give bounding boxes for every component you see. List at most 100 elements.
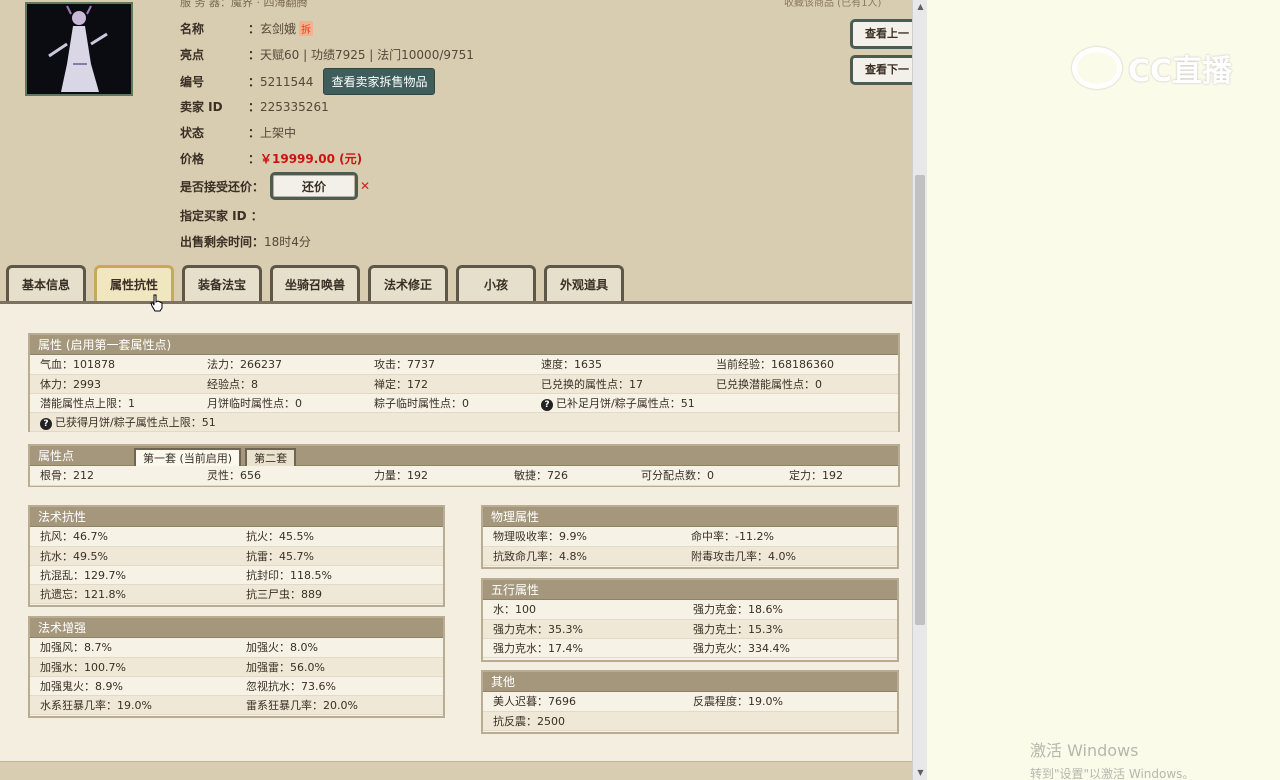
table-row: 抗反震：2500 bbox=[483, 711, 897, 731]
spell-enhance-title: 法术增强 bbox=[30, 618, 443, 638]
remaining-time-label: 出售剩余时间： bbox=[180, 235, 265, 249]
table-row: ? 已获得月饼/粽子属性点上限：51 bbox=[30, 412, 898, 432]
character-portrait-image bbox=[27, 4, 131, 94]
name-row: 名称： 玄剑娥 拆 bbox=[180, 20, 314, 37]
seller-row: 卖家 ID： 225335261 bbox=[180, 98, 329, 115]
attributes-box: 属性 (启用第一套属性点) 气血：101878 法力：266237 攻击：773… bbox=[28, 333, 900, 432]
designated-buyer-label: 指定买家 ID ： bbox=[180, 209, 263, 223]
five-elements-table: 水：100 强力克金：18.6% 强力克木：35.3% 强力克土：15.3% 强力克… bbox=[483, 600, 897, 658]
table-row: 加强风：8.7% 加强火：8.0% bbox=[30, 638, 443, 658]
spell-resistance-table: 抗风：46.7% 抗火：45.5% 抗水：49.5% 抗雷：45.7% 抗混乱：12… bbox=[30, 527, 443, 604]
stream-watermark: CC直播 bbox=[1072, 46, 1232, 90]
spell-enhance-box: 法术增强 加强风：8.7% 加强火：8.0% 加强水：100.7% 加强雷：56.0… bbox=[28, 616, 445, 718]
status-label: 状态： bbox=[180, 126, 260, 140]
highlight-label: 亮点： bbox=[180, 48, 260, 62]
help-icon[interactable]: ? bbox=[541, 398, 553, 411]
server-info: 服 务 器：魔界 · 四海翻腾 bbox=[180, 0, 308, 9]
points-set-1-tab[interactable]: 第一套 (当前启用) bbox=[134, 448, 242, 466]
detail-tabs: 基本信息 属性抗性 装备法宝 坐骑召唤兽 法术修正 小孩 外观道具 bbox=[6, 265, 625, 301]
seller-label: 卖家 ID： bbox=[180, 100, 260, 114]
physical-attributes-table: 物理吸收率：9.9% 命中率：-11.2% 抗致命几率：4.8% 附毒攻击几率：4.… bbox=[483, 527, 897, 566]
table-row: 强力克水：17.4% 强力克火：334.4% bbox=[483, 638, 897, 658]
physical-attributes-box: 物理属性 物理吸收率：9.9% 命中率：-11.2% 抗致命几率：4.8% 附毒攻击… bbox=[481, 505, 899, 569]
favorite-link[interactable]: 收藏该商品 (已有1人) bbox=[784, 0, 912, 9]
status-row: 状态： 上架中 bbox=[180, 124, 296, 141]
cc-logo-icon bbox=[1072, 47, 1122, 89]
view-previous-button[interactable]: 查看上一 bbox=[850, 19, 912, 49]
tab-equipment[interactable]: 装备法宝 bbox=[182, 265, 262, 301]
activation-subtitle: 转到"设置"以激活 Windows。 bbox=[1030, 767, 1195, 780]
other-attributes-table: 美人迟暮：7696 反震程度：19.0% 抗反震：2500 bbox=[483, 692, 897, 731]
spell-resistance-box: 法术抗性 抗风：46.7% 抗火：45.5% 抗水：49.5% 抗雷：45.7% 抗… bbox=[28, 505, 445, 607]
activation-title: 激活 Windows bbox=[1030, 741, 1139, 760]
table-row: 水系狂暴几率：19.0% 雷系狂暴几率：20.0% bbox=[30, 695, 443, 715]
designated-buyer-row: 指定买家 ID ： bbox=[180, 207, 263, 224]
help-icon[interactable]: ? bbox=[40, 417, 52, 430]
remaining-time-row: 出售剩余时间： 18时4分 bbox=[180, 233, 311, 250]
price-row: 价格： ￥19999.00 (元) bbox=[180, 150, 362, 167]
other-attributes-title: 其他 bbox=[483, 672, 897, 692]
table-row: 抗风：46.7% 抗火：45.5% bbox=[30, 527, 443, 547]
tab-basic-info[interactable]: 基本信息 bbox=[6, 265, 86, 301]
other-attributes-box: 其他 美人迟暮：7696 反震程度：19.0% 抗反震：2500 bbox=[481, 670, 899, 734]
spell-enhance-table: 加强风：8.7% 加强火：8.0% 加强水：100.7% 加强雷：56.0% 加强鬼… bbox=[30, 638, 443, 715]
highlight-value: 天赋60 | 功绩7925 | 法门10000/9751 bbox=[260, 48, 474, 62]
price-value: ￥19999.00 (元) bbox=[260, 152, 363, 166]
windows-activation-notice: 激活 Windows 转到"设置"以激活 Windows。 bbox=[1030, 737, 1194, 780]
view-seller-items-button[interactable]: 查看卖家拆售物品 bbox=[323, 68, 436, 95]
table-row: 气血：101878 法力：266237 攻击：7737 速度：1635 当前经验… bbox=[30, 355, 898, 375]
points-set-tabs: 第一套 (当前启用) 第二套 bbox=[134, 446, 297, 466]
table-row: 加强水：100.7% 加强雷：56.0% bbox=[30, 657, 443, 677]
table-row: 抗水：49.5% 抗雷：45.7% bbox=[30, 546, 443, 566]
id-label: 编号： bbox=[180, 75, 260, 89]
split-sale-badge: 拆 bbox=[299, 21, 314, 36]
table-row: 水：100 强力克金：18.6% bbox=[483, 600, 897, 620]
seller-value: 225335261 bbox=[260, 99, 329, 114]
table-row: 潜能属性点上限：1 月饼临时属性点：0 粽子临时属性点：0 ? 已补足月饼/粽子属… bbox=[30, 393, 898, 413]
table-row: 抗致命几率：4.8% 附毒攻击几率：4.0% bbox=[483, 546, 897, 566]
status-value: 上架中 bbox=[260, 126, 297, 140]
table-row: 体力：2993 经验点：8 禅定：172 已兑换的属性点：17 已兑换潜能属性点… bbox=[30, 374, 898, 394]
tab-spell-correction[interactable]: 法术修正 bbox=[368, 265, 449, 301]
table-row: 美人迟暮：7696 反震程度：19.0% bbox=[483, 692, 897, 712]
highlight-row: 亮点： 天赋60 | 功绩7925 | 法门10000/9751 bbox=[180, 46, 474, 63]
scroll-down-icon[interactable]: ▼ bbox=[913, 766, 928, 780]
character-avatar bbox=[25, 2, 133, 96]
table-row: 物理吸收率：9.9% 命中率：-11.2% bbox=[483, 527, 897, 547]
counter-offer-button[interactable]: 还价 bbox=[270, 172, 359, 200]
close-icon: ✕ bbox=[360, 179, 371, 193]
view-next-button[interactable]: 查看下一 bbox=[850, 55, 912, 85]
price-label: 价格： bbox=[180, 152, 260, 166]
spell-resistance-title: 法术抗性 bbox=[30, 507, 443, 527]
hand-cursor-icon bbox=[150, 294, 163, 312]
id-value: 5211544 bbox=[260, 74, 314, 89]
stream-side-area bbox=[927, 0, 1280, 780]
vertical-scrollbar[interactable]: ▲ ▼ bbox=[912, 0, 927, 780]
name-label: 名称： bbox=[180, 22, 260, 36]
table-row: 加强鬼火：8.9% 忽视抗水：73.6% bbox=[30, 676, 443, 696]
points-box: 属性点 第一套 (当前启用) 第二套 根骨：212 灵性：656 力量：192 … bbox=[28, 444, 900, 487]
name-value: 玄剑娥 bbox=[260, 22, 297, 36]
counter-offer-label: 是否接受还价： bbox=[180, 179, 265, 194]
tab-appearance[interactable]: 外观道具 bbox=[544, 265, 625, 301]
tab-children[interactable]: 小孩 bbox=[456, 265, 537, 301]
attributes-table: 气血：101878 法力：266237 攻击：7737 速度：1635 当前经验… bbox=[30, 355, 898, 432]
table-row: 强力克木：35.3% 强力克土：15.3% bbox=[483, 619, 897, 639]
five-elements-title: 五行属性 bbox=[483, 580, 897, 600]
page-bottom-bar bbox=[0, 761, 912, 780]
points-title: 属性点 第一套 (当前启用) 第二套 bbox=[30, 446, 898, 466]
five-elements-box: 五行属性 水：100 强力克金：18.6% 强力克木：35.3% 强力克土：15.3… bbox=[481, 578, 899, 662]
counter-offer-row: 是否接受还价： 还价 ✕ bbox=[180, 172, 370, 200]
scroll-up-icon[interactable]: ▲ bbox=[913, 0, 928, 14]
scrollbar-thumb[interactable] bbox=[915, 175, 925, 625]
table-row: 抗遗忘：121.8% 抗三尸虫：889 bbox=[30, 584, 443, 604]
points-set-2-tab[interactable]: 第二套 bbox=[245, 448, 297, 466]
remaining-time-value: 18时4分 bbox=[264, 235, 311, 249]
tab-mounts-pets[interactable]: 坐骑召唤兽 bbox=[270, 265, 361, 301]
physical-attributes-title: 物理属性 bbox=[483, 507, 897, 527]
table-row: 根骨：212 灵性：656 力量：192 敏捷：726 可分配点数：0 定力：1… bbox=[30, 466, 898, 486]
table-row: 抗混乱：129.7% 抗封印：118.5% bbox=[30, 565, 443, 585]
id-row: 编号： 5211544 查看卖家拆售物品 bbox=[180, 68, 436, 95]
attributes-title: 属性 (启用第一套属性点) bbox=[30, 335, 898, 355]
attributes-panel: 属性 (启用第一套属性点) 气血：101878 法力：266237 攻击：773… bbox=[0, 301, 912, 761]
